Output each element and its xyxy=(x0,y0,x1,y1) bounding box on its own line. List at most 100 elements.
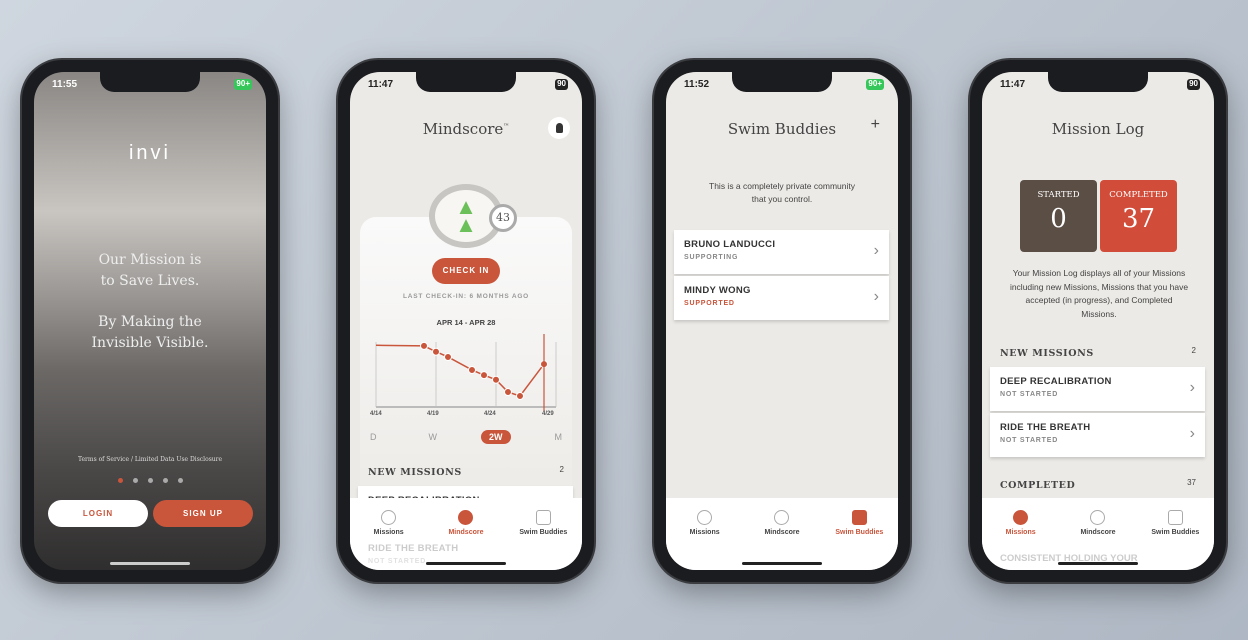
x-tick: 4/14 xyxy=(370,411,382,417)
new-missions-count: 2 xyxy=(1191,346,1196,355)
legal-link[interactable]: Terms of Service / Limited Data Use Disc… xyxy=(34,456,266,463)
buddy-name: BRUNO LANDUCCI xyxy=(684,239,776,250)
dot[interactable] xyxy=(147,478,153,483)
data-point xyxy=(432,347,440,356)
data-point xyxy=(492,375,500,384)
mission-status: NOT STARTED xyxy=(1000,391,1059,398)
intro-text: This is a completely private community t… xyxy=(709,181,855,204)
dot[interactable] xyxy=(117,478,123,483)
completed-box[interactable]: COMPLETED 37 xyxy=(1100,180,1177,252)
meditation-icon xyxy=(1013,510,1029,525)
page-title: Mindscore xyxy=(422,120,504,138)
battery-icon: 90+ xyxy=(234,79,252,90)
mindscore-icon xyxy=(1090,510,1106,525)
new-missions-heading: NEW MISSIONS xyxy=(368,467,462,478)
tab-label: Swim Buddies xyxy=(835,529,884,536)
mindscore-icon xyxy=(774,510,790,525)
started-label: STARTED xyxy=(1037,190,1080,200)
completed-heading: COMPLETED xyxy=(1000,480,1076,491)
data-point xyxy=(468,365,476,374)
tab-missions[interactable]: Missions xyxy=(675,510,735,570)
tagline-4: Invisible Visible. xyxy=(91,335,209,351)
tab-label: Missions xyxy=(1005,529,1036,536)
check-in-button[interactable]: CHECK IN xyxy=(432,258,500,284)
tab-swim-buddies[interactable]: Swim Buddies xyxy=(1145,510,1205,570)
tagline-3: By Making the xyxy=(98,314,202,330)
score-badge: 43 xyxy=(489,204,517,232)
period-d[interactable]: D xyxy=(362,430,385,444)
tab-label: Mindscore xyxy=(1080,529,1116,536)
started-count: 0 xyxy=(1050,204,1067,234)
page-dots xyxy=(34,478,266,483)
new-missions-heading: NEW MISSIONS xyxy=(1000,348,1094,359)
tab-label: Missions xyxy=(689,529,720,536)
meditation-icon xyxy=(697,510,713,525)
tab-bar: Missions Mindscore Swim Buddies xyxy=(666,498,898,570)
data-point xyxy=(444,352,452,361)
tab-label: Swim Buddies xyxy=(1151,529,1200,536)
time: 11:47 xyxy=(1000,79,1026,90)
chevron-right-icon: › xyxy=(1189,425,1195,442)
completed-label: COMPLETED xyxy=(1109,190,1168,200)
mission-card[interactable]: DEEP RECALIBRATION NOT STARTED › xyxy=(990,367,1205,411)
dot[interactable] xyxy=(162,478,168,483)
tab-swim-buddies[interactable]: Swim Buddies xyxy=(829,510,889,570)
chevron-right-icon: › xyxy=(873,288,879,305)
completed-count: 37 xyxy=(1187,478,1196,487)
chevron-right-icon: › xyxy=(1189,379,1195,396)
add-buddy-button[interactable]: + xyxy=(871,116,880,134)
buddy-card[interactable]: BRUNO LANDUCCI SUPPORTING › xyxy=(674,230,889,274)
battery-icon: 90 xyxy=(555,79,568,90)
buddy-card[interactable]: MINDY WONG SUPPORTED › xyxy=(674,276,889,320)
data-point xyxy=(516,391,524,400)
people-icon xyxy=(851,510,867,525)
meditation-icon xyxy=(381,510,397,525)
logo: INVI xyxy=(128,142,171,164)
buddy-name: MINDY WONG xyxy=(684,285,751,296)
mission-name: DEEP RECALIBRATION xyxy=(1000,376,1112,387)
data-point xyxy=(420,341,428,350)
trademark: ™ xyxy=(503,123,510,130)
period-2w[interactable]: 2W xyxy=(481,430,511,444)
profile-button[interactable] xyxy=(548,117,570,139)
period-w[interactable]: W xyxy=(421,430,446,444)
dot[interactable] xyxy=(132,478,138,483)
new-missions-count: 2 xyxy=(559,465,564,474)
person-icon xyxy=(555,123,563,133)
mindscore-chart xyxy=(375,334,557,411)
started-box[interactable]: STARTED 0 xyxy=(1020,180,1097,252)
x-tick: 4/29 xyxy=(542,411,554,417)
people-icon xyxy=(1167,510,1183,525)
time: 11:47 xyxy=(368,79,394,90)
tab-label: Mindscore xyxy=(764,529,800,536)
people-icon xyxy=(535,510,551,525)
dot[interactable] xyxy=(177,478,183,483)
intro-text: Your Mission Log displays all of your Mi… xyxy=(1009,268,1189,319)
data-point xyxy=(504,388,512,397)
mission-status: NOT STARTED xyxy=(1000,437,1059,444)
battery-icon: 90 xyxy=(1187,79,1200,90)
phone-swim-buddies: 11:52 90+ Swim Buddies + This is a comple… xyxy=(654,60,910,582)
tab-mindscore[interactable]: Mindscore xyxy=(752,510,812,570)
date-range: APR 14 - APR 28 xyxy=(436,318,496,327)
chevron-right-icon: › xyxy=(873,242,879,259)
series-line xyxy=(375,344,545,397)
last-check-in: LAST CHECK-IN: 6 MONTHS AGO xyxy=(402,293,530,300)
tagline-1: Our Mission is xyxy=(98,252,202,268)
x-tick: 4/19 xyxy=(427,411,439,417)
data-point xyxy=(480,371,488,380)
arrow-up-icon: ▲ ▲ xyxy=(455,194,477,237)
tagline-2: to Save Lives. xyxy=(100,273,200,289)
mission-name: RIDE THE BREATH xyxy=(1000,422,1091,433)
time: 11:55 xyxy=(52,79,78,90)
period-m[interactable]: M xyxy=(547,430,571,444)
signup-button[interactable]: SIGN UP xyxy=(153,500,253,527)
mission-card[interactable]: RIDE THE BREATH NOT STARTED › xyxy=(990,413,1205,457)
phone-welcome: 11:55 90+ INVI Our Mission is to Save Liv… xyxy=(22,60,278,582)
mission-name: RIDE THE BREATH xyxy=(368,543,459,554)
phone-mission-log: 11:47 90 Mission Log STARTED 0 COMPLETED … xyxy=(970,60,1226,582)
x-tick: 4/24 xyxy=(484,411,496,417)
battery-icon: 90+ xyxy=(866,79,884,90)
login-button[interactable]: LOGIN xyxy=(48,500,148,527)
phone-mindscore: 11:47 90 Mindscore™ ▲ ▲ 43 CHECK IN LAST C… xyxy=(338,60,594,582)
